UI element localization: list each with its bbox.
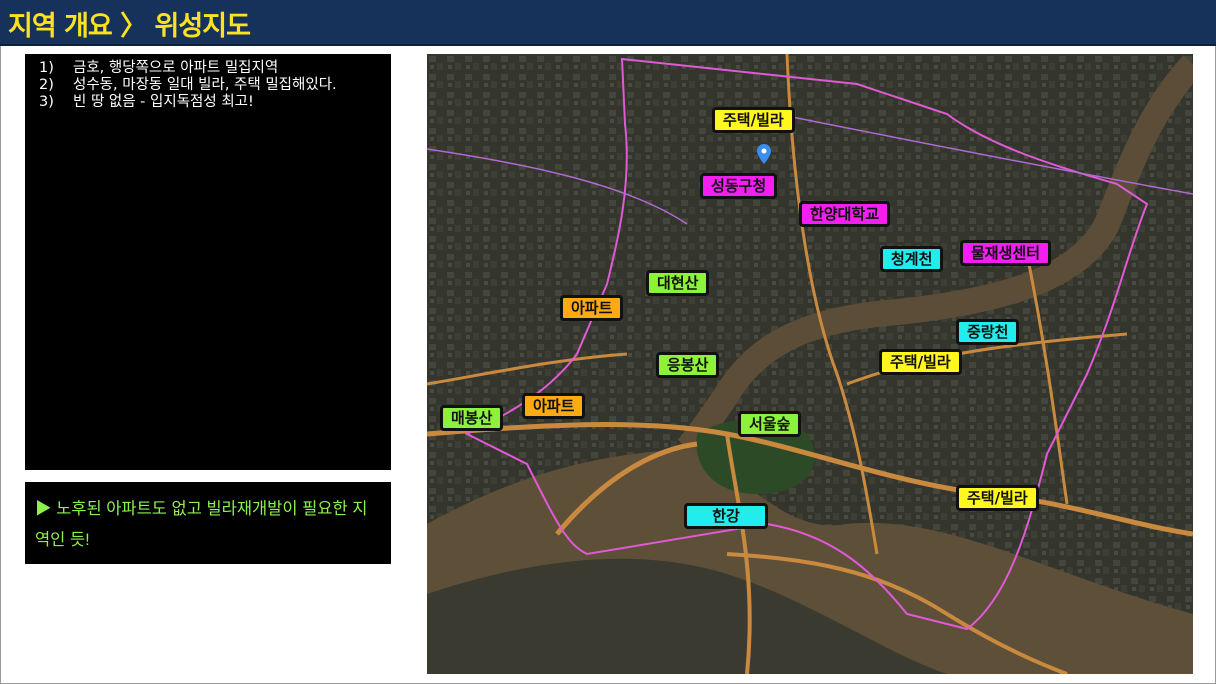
map-label-hanyang-university: 한양대학교	[799, 201, 891, 227]
note-number: 1)	[39, 60, 54, 76]
map-label-housing: 주택/빌라	[956, 485, 1039, 511]
map-label-han-river: 한강	[684, 503, 768, 529]
map-label-jungnangcheon: 중랑천	[956, 319, 1020, 345]
note-item: 1) 금호, 행당쪽으로 아파트 밀집지역	[33, 60, 383, 77]
note-text: 성수동, 마장동 일대 빌라, 주택 밀집해있다.	[73, 77, 337, 93]
summary-text: ▶ 노후된 아파트도 없고 빌라재개발이 필요한 지역인 듯!	[35, 500, 368, 549]
map-label-housing: 주택/빌라	[879, 349, 962, 375]
satellite-map[interactable]: 주택/빌라 성동구청 한양대학교 청계천 물재생센터 대현산 아파트 중랑천 응…	[427, 54, 1193, 674]
map-label-water-center: 물재생센터	[960, 240, 1052, 266]
map-label-eungbongsan: 응봉산	[656, 352, 720, 378]
notes-panel: 1) 금호, 행당쪽으로 아파트 밀집지역 2) 성수동, 마장동 일대 빌라,…	[25, 54, 391, 470]
map-label-seongdong-office: 성동구청	[700, 173, 778, 199]
map-pin-icon	[757, 144, 771, 164]
map-label-apartment: 아파트	[560, 295, 624, 321]
slide-title: 지역 개요 〉 위성지도	[8, 11, 251, 42]
map-label-apartment: 아파트	[522, 393, 586, 419]
note-text: 금호, 행당쪽으로 아파트 밀집지역	[73, 60, 279, 76]
map-background	[427, 54, 1193, 674]
note-text: 빈 땅 없음 - 입지독점성 최고!	[73, 94, 254, 110]
map-label-daehyeonsan: 대현산	[646, 270, 710, 296]
summary-panel: ▶ 노후된 아파트도 없고 빌라재개발이 필요한 지역인 듯!	[25, 482, 391, 564]
title-bar: 지역 개요 〉 위성지도	[0, 0, 1216, 46]
note-number: 3)	[39, 94, 54, 110]
map-label-maebongsan: 매봉산	[440, 405, 504, 431]
note-item: 3) 빈 땅 없음 - 입지독점성 최고!	[33, 94, 383, 111]
map-label-seoul-forest: 서울숲	[738, 411, 802, 437]
note-number: 2)	[39, 77, 54, 93]
map-label-cheonggyecheon: 청계천	[880, 246, 944, 272]
map-label-housing: 주택/빌라	[712, 107, 795, 133]
note-item: 2) 성수동, 마장동 일대 빌라, 주택 밀집해있다.	[33, 77, 383, 94]
